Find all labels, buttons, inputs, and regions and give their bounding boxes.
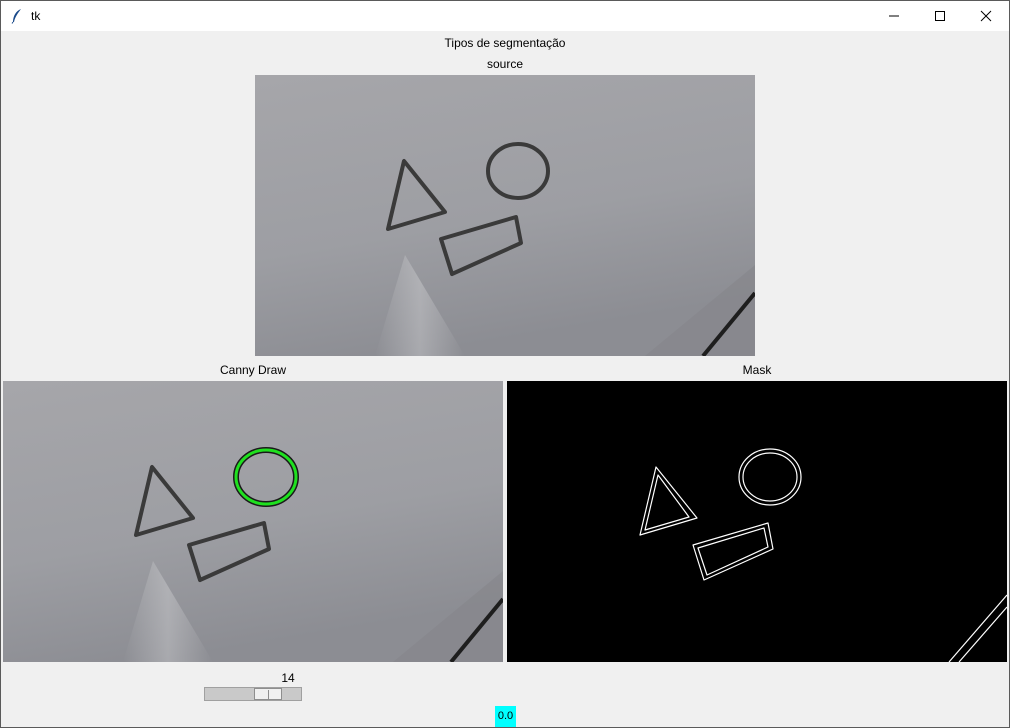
minimize-button[interactable] xyxy=(871,1,917,31)
source-image xyxy=(255,75,755,356)
canny-draw-image xyxy=(3,381,503,662)
slider-thumb[interactable] xyxy=(254,688,282,700)
main-title-label: Tipos de segmentação xyxy=(444,36,566,50)
mask-image xyxy=(507,381,1007,662)
source-label: source xyxy=(486,57,524,71)
status-value: 0.0 xyxy=(495,706,516,727)
close-button[interactable] xyxy=(963,1,1009,31)
app-window: tk Tipos de segmentação source Canny Dra… xyxy=(0,0,1010,728)
slider-value: 14 xyxy=(281,671,295,685)
close-icon xyxy=(980,10,992,22)
feather-icon xyxy=(11,9,21,24)
maximize-button[interactable] xyxy=(917,1,963,31)
canny-label: Canny Draw xyxy=(219,363,287,377)
minimize-icon xyxy=(889,15,899,17)
title-bar[interactable]: tk xyxy=(1,1,1009,31)
mask-label: Mask xyxy=(742,363,772,377)
threshold-slider[interactable] xyxy=(204,687,302,701)
maximize-icon xyxy=(935,11,945,21)
window-title: tk xyxy=(31,9,41,23)
